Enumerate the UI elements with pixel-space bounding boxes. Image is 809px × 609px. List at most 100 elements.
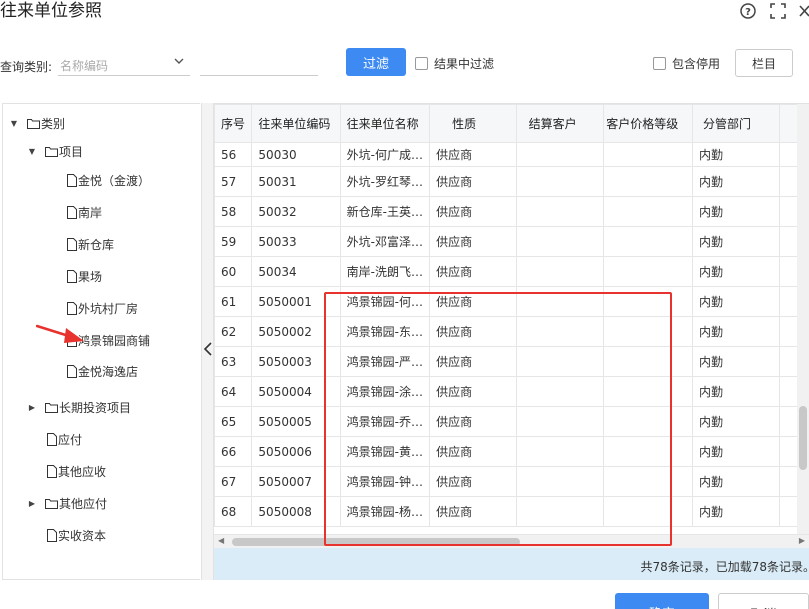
tree-leaf[interactable]: 实收资本 [47,525,106,545]
expand-arrow-icon[interactable]: ▼ [9,119,19,128]
cell: 鸿景锦园-严… [339,346,431,377]
table-row[interactable]: 61 5050001 鸿景锦园-何… 供应商 内勤 [214,286,809,317]
cell: 外坑-邓富泽… [339,226,431,257]
cell: 外坑-罗红琴… [339,166,431,197]
cell [515,196,605,227]
tree-leaf[interactable]: 新仓库 [67,234,114,254]
cell [515,496,605,527]
file-icon [47,464,57,478]
cell: 内勤 [691,286,781,317]
include-disabled-label: 包含停用 [672,57,721,71]
cell: 鸿景锦园-涂… [339,376,431,407]
cell: 60 [214,256,253,287]
cell [603,166,693,197]
tree-node-other-payable[interactable]: ▶ 其他应付 [27,493,107,513]
cell: 5050001 [251,286,341,317]
vertical-scrollbar[interactable] [797,104,809,534]
ok-button[interactable]: 确定 [615,593,709,609]
cell: 5050008 [251,496,341,527]
scrollbar-thumb[interactable] [799,406,807,470]
folder-icon [45,146,58,157]
cell: 62 [214,316,253,347]
data-grid: 序号 往来单位编码 往来单位名称 性质 结算客户 客户价格等级 分管部门 56 … [214,103,809,580]
file-icon [47,528,57,542]
scrollbar-thumb[interactable] [232,538,520,546]
cell: 50033 [251,226,341,257]
chevron-left-icon[interactable] [203,341,213,360]
query-row: 查询类别: 名称编码 过滤 结果中过滤 包含停用 栏目 [0,48,809,80]
collapsed-arrow-icon[interactable]: ▶ [27,499,37,508]
tree-leaf[interactable]: 外坑村厂房 [67,298,138,318]
query-category-select[interactable]: 名称编码 [58,52,190,76]
cell: 5050002 [251,316,341,347]
columns-button[interactable]: 栏目 [735,49,793,77]
tree-leaf[interactable]: 应付 [47,429,82,449]
filter-in-results-label: 结果中过滤 [434,57,495,71]
cell: 供应商 [429,436,517,467]
folder-icon [45,402,58,413]
table-row[interactable]: 63 5050003 鸿景锦园-严… 供应商 内勤 [214,346,809,377]
maximize-icon[interactable] [769,2,787,20]
filter-in-results-checkbox[interactable]: 结果中过滤 [415,55,494,72]
tree-leaf[interactable]: 其他应收 [47,461,106,481]
table-row[interactable]: 56 50030 外坑-何广成… 供应商 内勤 [214,142,809,167]
checkbox-box[interactable] [653,57,666,70]
table-row[interactable]: 64 5050004 鸿景锦园-涂… 供应商 内勤 [214,376,809,407]
cell: 50030 [251,142,341,167]
table-row[interactable]: 67 5050007 鸿景锦园-钟… 供应商 内勤 [214,466,809,497]
cell: 50034 [251,256,341,287]
tree-node-label: 类别 [41,116,66,131]
collapsed-arrow-icon[interactable]: ▶ [27,403,37,412]
tree-node-long-term[interactable]: ▶ 长期投资项目 [27,397,131,417]
tree-node-project[interactable]: ▼ 项目 [27,141,83,161]
expand-arrow-icon[interactable]: ▼ [27,147,37,156]
tree-leaf-selected[interactable]: 鸿景锦园商铺 [67,330,150,350]
cell: 内勤 [691,196,781,227]
scroll-right-icon[interactable]: ▶ [799,536,805,545]
column-header[interactable]: 往来单位编码 [251,104,341,143]
cell: 供应商 [429,286,517,317]
grid-footer: 共78条记录，已加载78条记录。 [214,548,809,580]
cell: 58 [214,196,253,227]
filter-button[interactable]: 过滤 [346,48,406,76]
tree-leaf[interactable]: 果场 [67,266,102,286]
tree-leaf[interactable]: 金悦海逸店 [67,361,138,381]
cell [603,316,693,347]
column-header[interactable]: 序号 [214,104,253,143]
include-disabled-checkbox[interactable]: 包含停用 [653,55,720,72]
cell: 59 [214,226,253,257]
cell: 内勤 [691,256,781,287]
panel-splitter[interactable] [201,103,214,580]
column-header[interactable]: 结算客户 [515,104,605,143]
tree-node-root[interactable]: ▼ 类别 [9,113,65,133]
cell: 供应商 [429,142,517,167]
table-row[interactable]: 60 50034 南岸-洗朗飞… 供应商 内勤 [214,256,809,287]
cell [603,196,693,227]
checkbox-box[interactable] [415,57,428,70]
table-row[interactable]: 65 5050005 鸿景锦园-乔… 供应商 内勤 [214,406,809,437]
column-header[interactable]: 分管部门 [691,104,781,143]
query-input[interactable] [200,52,318,76]
column-header[interactable]: 往来单位名称 [339,104,431,143]
table-row[interactable]: 57 50031 外坑-罗红琴… 供应商 内勤 [214,166,809,197]
scroll-left-icon[interactable]: ◀ [218,536,224,545]
cell: 供应商 [429,376,517,407]
horizontal-scrollbar[interactable]: ◀ ▶ [214,534,809,548]
column-header[interactable]: 客户价格等级 [603,104,693,143]
cell: 内勤 [691,496,781,527]
table-row[interactable]: 58 50032 新仓库-王英… 供应商 内勤 [214,196,809,227]
help-icon[interactable]: ? [739,2,757,20]
table-row[interactable]: 66 5050006 鸿景锦园-黄… 供应商 内勤 [214,436,809,467]
table-row[interactable]: 59 50033 外坑-邓富泽… 供应商 内勤 [214,226,809,257]
cell: 64 [214,376,253,407]
tree-node-label: 其他应付 [59,496,108,511]
cell: 鸿景锦园-何… [339,286,431,317]
close-icon[interactable] [799,2,809,20]
table-row[interactable]: 62 5050002 鸿景锦园-东… 供应商 内勤 [214,316,809,347]
tree-leaf[interactable]: 南岸 [67,202,102,222]
tree-leaf[interactable]: 金悦（金渡） [67,170,150,190]
table-row[interactable]: 68 5050008 鸿景锦园-杨… 供应商 内勤 [214,496,809,527]
cancel-button[interactable]: 取消 [718,593,809,609]
column-header[interactable]: 性质 [429,104,517,143]
cell: 57 [214,166,253,197]
